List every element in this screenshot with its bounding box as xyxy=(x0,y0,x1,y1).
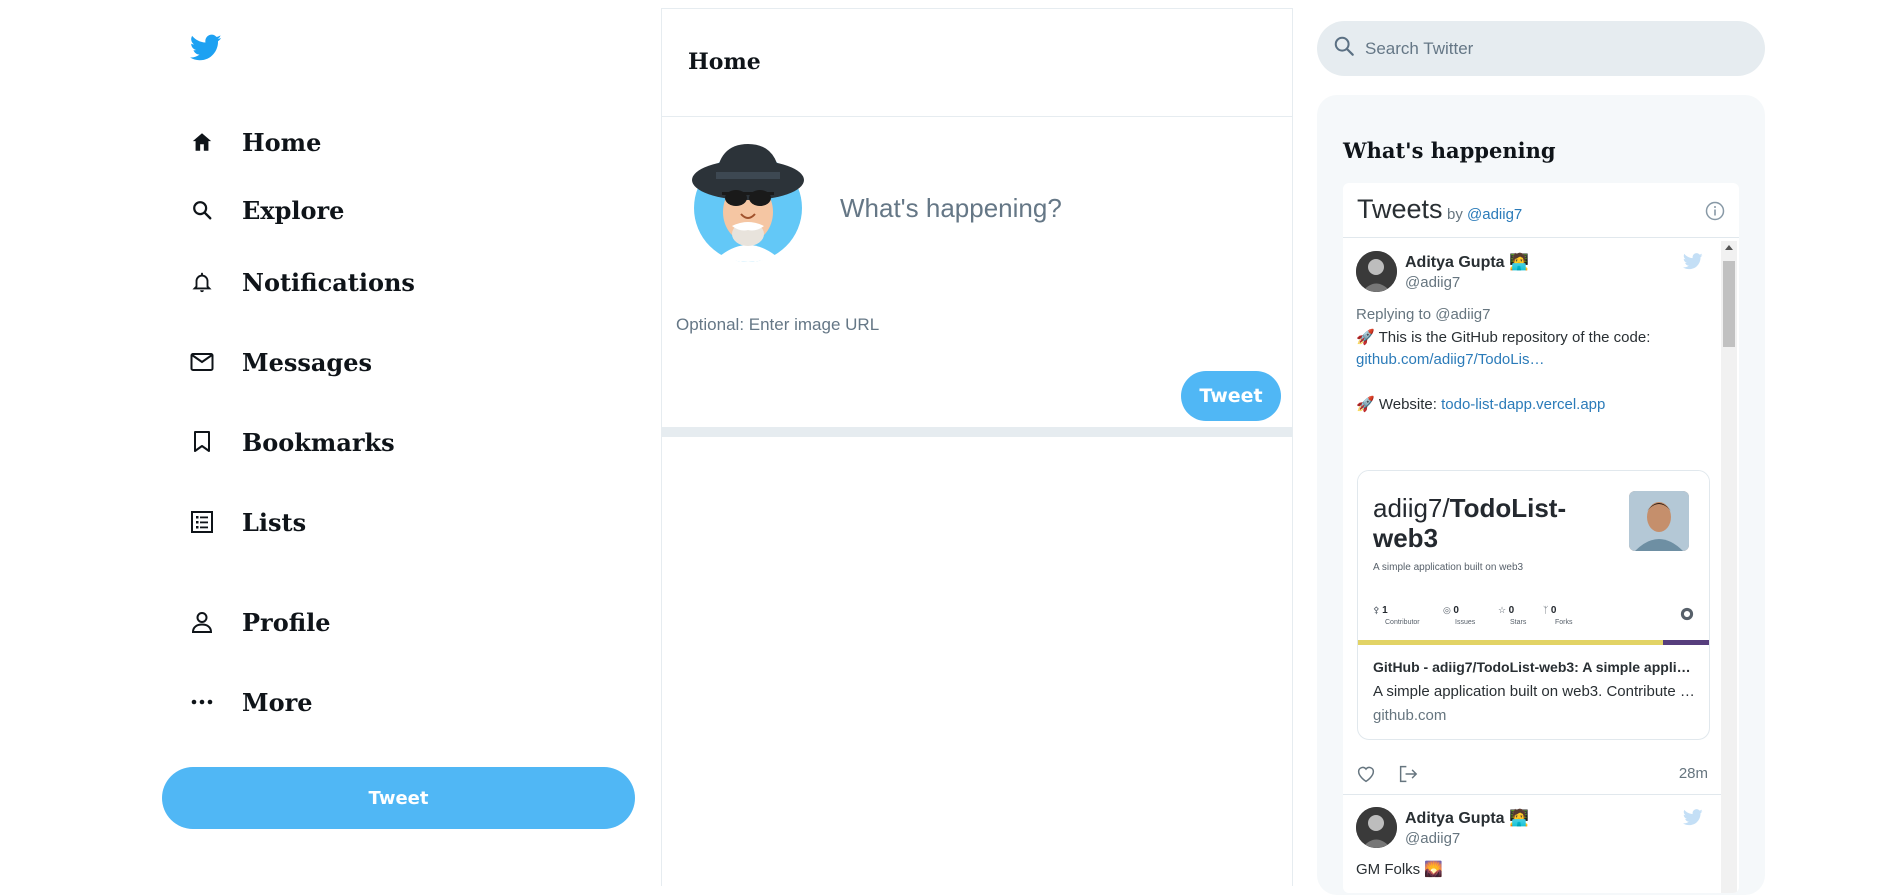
tweet-text: GM Folks 🌄 xyxy=(1356,861,1444,878)
search-bar xyxy=(1317,21,1765,76)
tweet-composer: Tweet xyxy=(662,117,1292,435)
widgets-title: What's happening xyxy=(1343,138,1556,163)
card-title: GitHub - adiig7/TodoList-web3: A simple … xyxy=(1373,659,1698,675)
repo-stat: ◎ 0 Issues xyxy=(1443,605,1476,626)
embed-handle-link[interactable]: @adiig7 xyxy=(1467,206,1522,223)
sidebar-item-label: Profile xyxy=(242,607,331,637)
github-icon xyxy=(1680,607,1694,623)
twitter-bird-icon[interactable] xyxy=(1682,809,1703,831)
tweet-actions: 28m xyxy=(1356,763,1708,787)
more-icon xyxy=(188,688,216,716)
owner-photo xyxy=(1629,491,1689,551)
divider xyxy=(1343,794,1721,795)
tweet-author-handle[interactable]: @adiig7 xyxy=(1405,830,1460,847)
home-icon xyxy=(188,128,216,156)
scroll-up-arrow[interactable] xyxy=(1725,245,1733,250)
avatar[interactable] xyxy=(1356,251,1397,292)
bookmark-icon xyxy=(188,428,216,456)
sidebar-item-messages[interactable]: Messages xyxy=(188,334,372,390)
sidebar-item-label: Explore xyxy=(242,195,345,225)
embed-header: Tweets by @adiig7 xyxy=(1343,183,1739,238)
tweet-link[interactable]: todo-list-dapp.vercel.app xyxy=(1441,396,1605,413)
repo-stat: ᛉ 0 Forks xyxy=(1543,605,1573,626)
compose-input[interactable] xyxy=(838,187,1262,229)
sidebar-item-label: Lists xyxy=(242,507,307,537)
tweet-author-name[interactable]: Aditya Gupta 🧑‍💻 xyxy=(1405,252,1529,272)
sidebar-item-label: Messages xyxy=(242,347,372,377)
tweet-author-handle[interactable]: @adiig7 xyxy=(1405,274,1460,291)
twitter-bird-icon[interactable] xyxy=(189,34,226,70)
person-icon xyxy=(188,608,216,636)
avatar[interactable] xyxy=(1356,807,1397,848)
embed-title: Tweets xyxy=(1357,194,1443,224)
card-repo-name: adiig7/TodoList-web3 xyxy=(1373,493,1567,553)
widgets-panel: What's happening Tweets by @adiig7 Adity… xyxy=(1317,95,1765,895)
twitter-bird-icon[interactable] xyxy=(1682,253,1703,275)
sidebar-tweet-button[interactable]: Tweet xyxy=(162,767,635,829)
sidebar-item-home[interactable]: Home xyxy=(188,114,321,170)
repo-stats: ⚴ 1 Contributor ◎ 0 Issues ☆ 0 Stars ᛉ 0 For… xyxy=(1373,605,1694,635)
repo-stat: ⚴ 1 Contributor xyxy=(1373,605,1420,626)
sidebar-item-label: Notifications xyxy=(242,267,415,297)
search-icon xyxy=(188,196,216,224)
sidebar-item-bookmarks[interactable]: Bookmarks xyxy=(188,414,395,470)
link-card[interactable]: adiig7/TodoList-web3 A simple applicatio… xyxy=(1357,470,1710,740)
embedded-tweet[interactable]: Aditya Gupta 🧑‍💻 @adiig7 Replying to @ad… xyxy=(1343,241,1721,797)
tweet-author-name[interactable]: Aditya Gupta 🧑‍💻 xyxy=(1405,808,1529,828)
embed-by: by @adiig7 xyxy=(1447,206,1522,223)
card-image: adiig7/TodoList-web3 A simple applicatio… xyxy=(1358,471,1709,646)
sidebar-item-label: Home xyxy=(242,127,322,157)
share-icon[interactable] xyxy=(1398,765,1418,788)
card-description: A simple application built on web3. Cont… xyxy=(1373,683,1698,700)
sidebar-item-label: Bookmarks xyxy=(242,427,395,457)
sidebar-item-lists[interactable]: Lists xyxy=(188,494,306,550)
scroll-thumb[interactable] xyxy=(1723,261,1735,347)
bell-icon xyxy=(188,268,216,296)
info-icon[interactable] xyxy=(1705,201,1725,226)
card-domain: github.com xyxy=(1373,707,1447,724)
page-title: Home xyxy=(688,49,761,75)
sidebar-item-explore[interactable]: Explore xyxy=(188,182,344,238)
twitter-timeline-embed: Tweets by @adiig7 Aditya Gupta 🧑‍💻 @adii… xyxy=(1343,183,1739,893)
language-bar xyxy=(1358,640,1663,645)
sidebar-item-more[interactable]: More xyxy=(188,674,313,730)
tweet-line: 🚀 Website: xyxy=(1356,396,1437,413)
divider xyxy=(662,427,1292,437)
star-icon: ☆ xyxy=(1498,605,1507,615)
card-image-description: A simple application built on web3 xyxy=(1373,562,1524,573)
tweet-line: 🚀 This is the GitHub repository of the c… xyxy=(1356,329,1651,346)
image-url-input[interactable] xyxy=(674,310,1078,340)
embed-by-label: by xyxy=(1447,206,1463,223)
reply-to-text: Replying to @adiig7 xyxy=(1356,306,1491,323)
contributors-icon: ⚴ xyxy=(1373,605,1380,615)
sidebar-item-label: More xyxy=(242,687,313,717)
feed-header: Home xyxy=(662,8,1292,117)
language-bar xyxy=(1663,640,1709,645)
sidebar-item-notifications[interactable]: Notifications xyxy=(188,254,415,310)
tweet-link[interactable]: github.com/adiig7/TodoLis… xyxy=(1356,351,1544,368)
sidebar-item-profile[interactable]: Profile xyxy=(188,594,331,650)
embedded-tweet[interactable]: Aditya Gupta 🧑‍💻 @adiig7 GM Folks 🌄 xyxy=(1343,797,1721,893)
tweet-text: 🚀 This is the GitHub repository of the c… xyxy=(1356,327,1706,371)
feed: Home Tweet xyxy=(661,8,1293,886)
sidebar: Home Explore Notifications Messages Book… xyxy=(160,0,645,886)
tweet-text: 🚀 Website: todo-list-dapp.vercel.app xyxy=(1356,394,1706,416)
search-input[interactable] xyxy=(1363,33,1747,65)
tweet-timestamp[interactable]: 28m xyxy=(1679,765,1708,782)
scrollbar[interactable] xyxy=(1721,241,1737,893)
mail-icon xyxy=(188,348,216,376)
compose-tweet-button[interactable]: Tweet xyxy=(1181,371,1281,421)
fork-icon: ᛉ xyxy=(1543,605,1549,615)
list-icon xyxy=(188,508,216,536)
repo-stat: ☆ 0 Stars xyxy=(1498,605,1527,626)
heart-icon[interactable] xyxy=(1356,765,1376,788)
avatar[interactable] xyxy=(692,142,804,262)
issues-icon: ◎ xyxy=(1443,605,1451,615)
search-icon xyxy=(1333,35,1355,61)
